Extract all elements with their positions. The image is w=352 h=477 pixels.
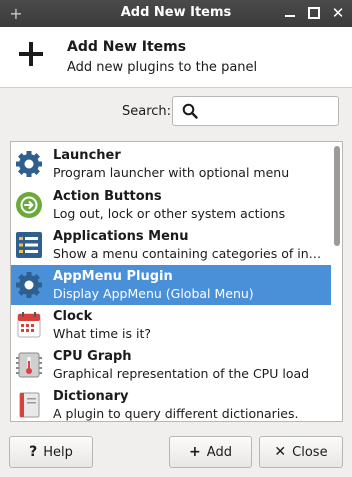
plugin-description: Program launcher with optional menu — [53, 165, 290, 180]
action-buttons-icon — [16, 192, 42, 218]
plugin-description: Log out, lock or other system actions — [53, 206, 286, 221]
scrollbar-thumb[interactable] — [334, 146, 340, 246]
plugin-description: Show a menu containing categories of ins… — [53, 246, 325, 261]
dictionary-icon — [19, 392, 40, 418]
plugin-name: Clock — [53, 309, 93, 324]
plugin-description: Graphical representation of the CPU load — [53, 366, 310, 381]
title-bar[interactable]: + Add New Items ✕ — [0, 0, 352, 27]
applications-menu-icon — [16, 232, 42, 258]
plugin-description: Display AppMenu (Global Menu) — [53, 286, 254, 301]
maximize-icon[interactable] — [305, 4, 323, 22]
list-item[interactable]: Dictionary A plugin to query different d… — [11, 385, 331, 421]
plugin-name: Launcher — [53, 148, 121, 163]
add-button-label: Add — [206, 444, 232, 460]
header-title: Add New Items — [67, 39, 187, 55]
list-item[interactable]: Launcher Program launcher with optional … — [11, 144, 331, 184]
close-icon[interactable]: ✕ — [329, 4, 347, 22]
list-item[interactable]: Action Buttons Log out, lock or other sy… — [11, 185, 331, 225]
search-input[interactable] — [207, 101, 336, 123]
plus-icon: + — [189, 444, 201, 460]
plugin-name: CPU Graph — [53, 349, 132, 364]
plugin-list[interactable]: Launcher Program launcher with optional … — [10, 141, 343, 422]
search-label: Search: — [122, 104, 172, 119]
window-title: Add New Items — [120, 5, 232, 20]
search-icon — [182, 103, 198, 119]
minimize-icon[interactable] — [281, 4, 299, 22]
plugin-name: Dictionary — [53, 389, 129, 404]
add-new-items-dialog: + Add New Items ✕ Add New Items Add new … — [0, 0, 352, 477]
plugin-name: Applications Menu — [53, 229, 189, 244]
help-icon: ? — [29, 444, 38, 460]
calendar-clock-icon — [17, 312, 41, 338]
close-button[interactable]: ✕ Close — [259, 436, 343, 468]
close-button-label: Close — [292, 444, 328, 460]
dialog-header: Add New Items Add new plugins to the pan… — [0, 27, 352, 88]
help-button[interactable]: ? Help — [9, 436, 93, 468]
plugin-name: Action Buttons — [53, 189, 162, 204]
list-item[interactable]: Clock What time is it? — [11, 305, 331, 345]
plugin-name: AppMenu Plugin — [53, 269, 173, 284]
add-button[interactable]: + Add — [169, 436, 252, 468]
header-subtitle: Add new plugins to the panel — [67, 60, 258, 75]
gear-icon — [16, 272, 42, 298]
plugin-description: A plugin to query different dictionaries… — [53, 406, 299, 421]
list-item[interactable]: Applications Menu Show a menu containing… — [11, 225, 331, 265]
search-field[interactable] — [172, 96, 339, 126]
list-item-selected[interactable]: AppMenu Plugin Display AppMenu (Global M… — [11, 265, 331, 305]
plus-icon — [17, 40, 45, 68]
plugin-description: What time is it? — [53, 326, 151, 341]
help-button-label: Help — [43, 444, 73, 460]
gear-icon — [16, 151, 42, 177]
close-icon: ✕ — [274, 444, 287, 460]
cpu-graph-icon — [16, 352, 42, 378]
list-item[interactable]: CPU Graph Graphical representation of th… — [11, 345, 331, 385]
